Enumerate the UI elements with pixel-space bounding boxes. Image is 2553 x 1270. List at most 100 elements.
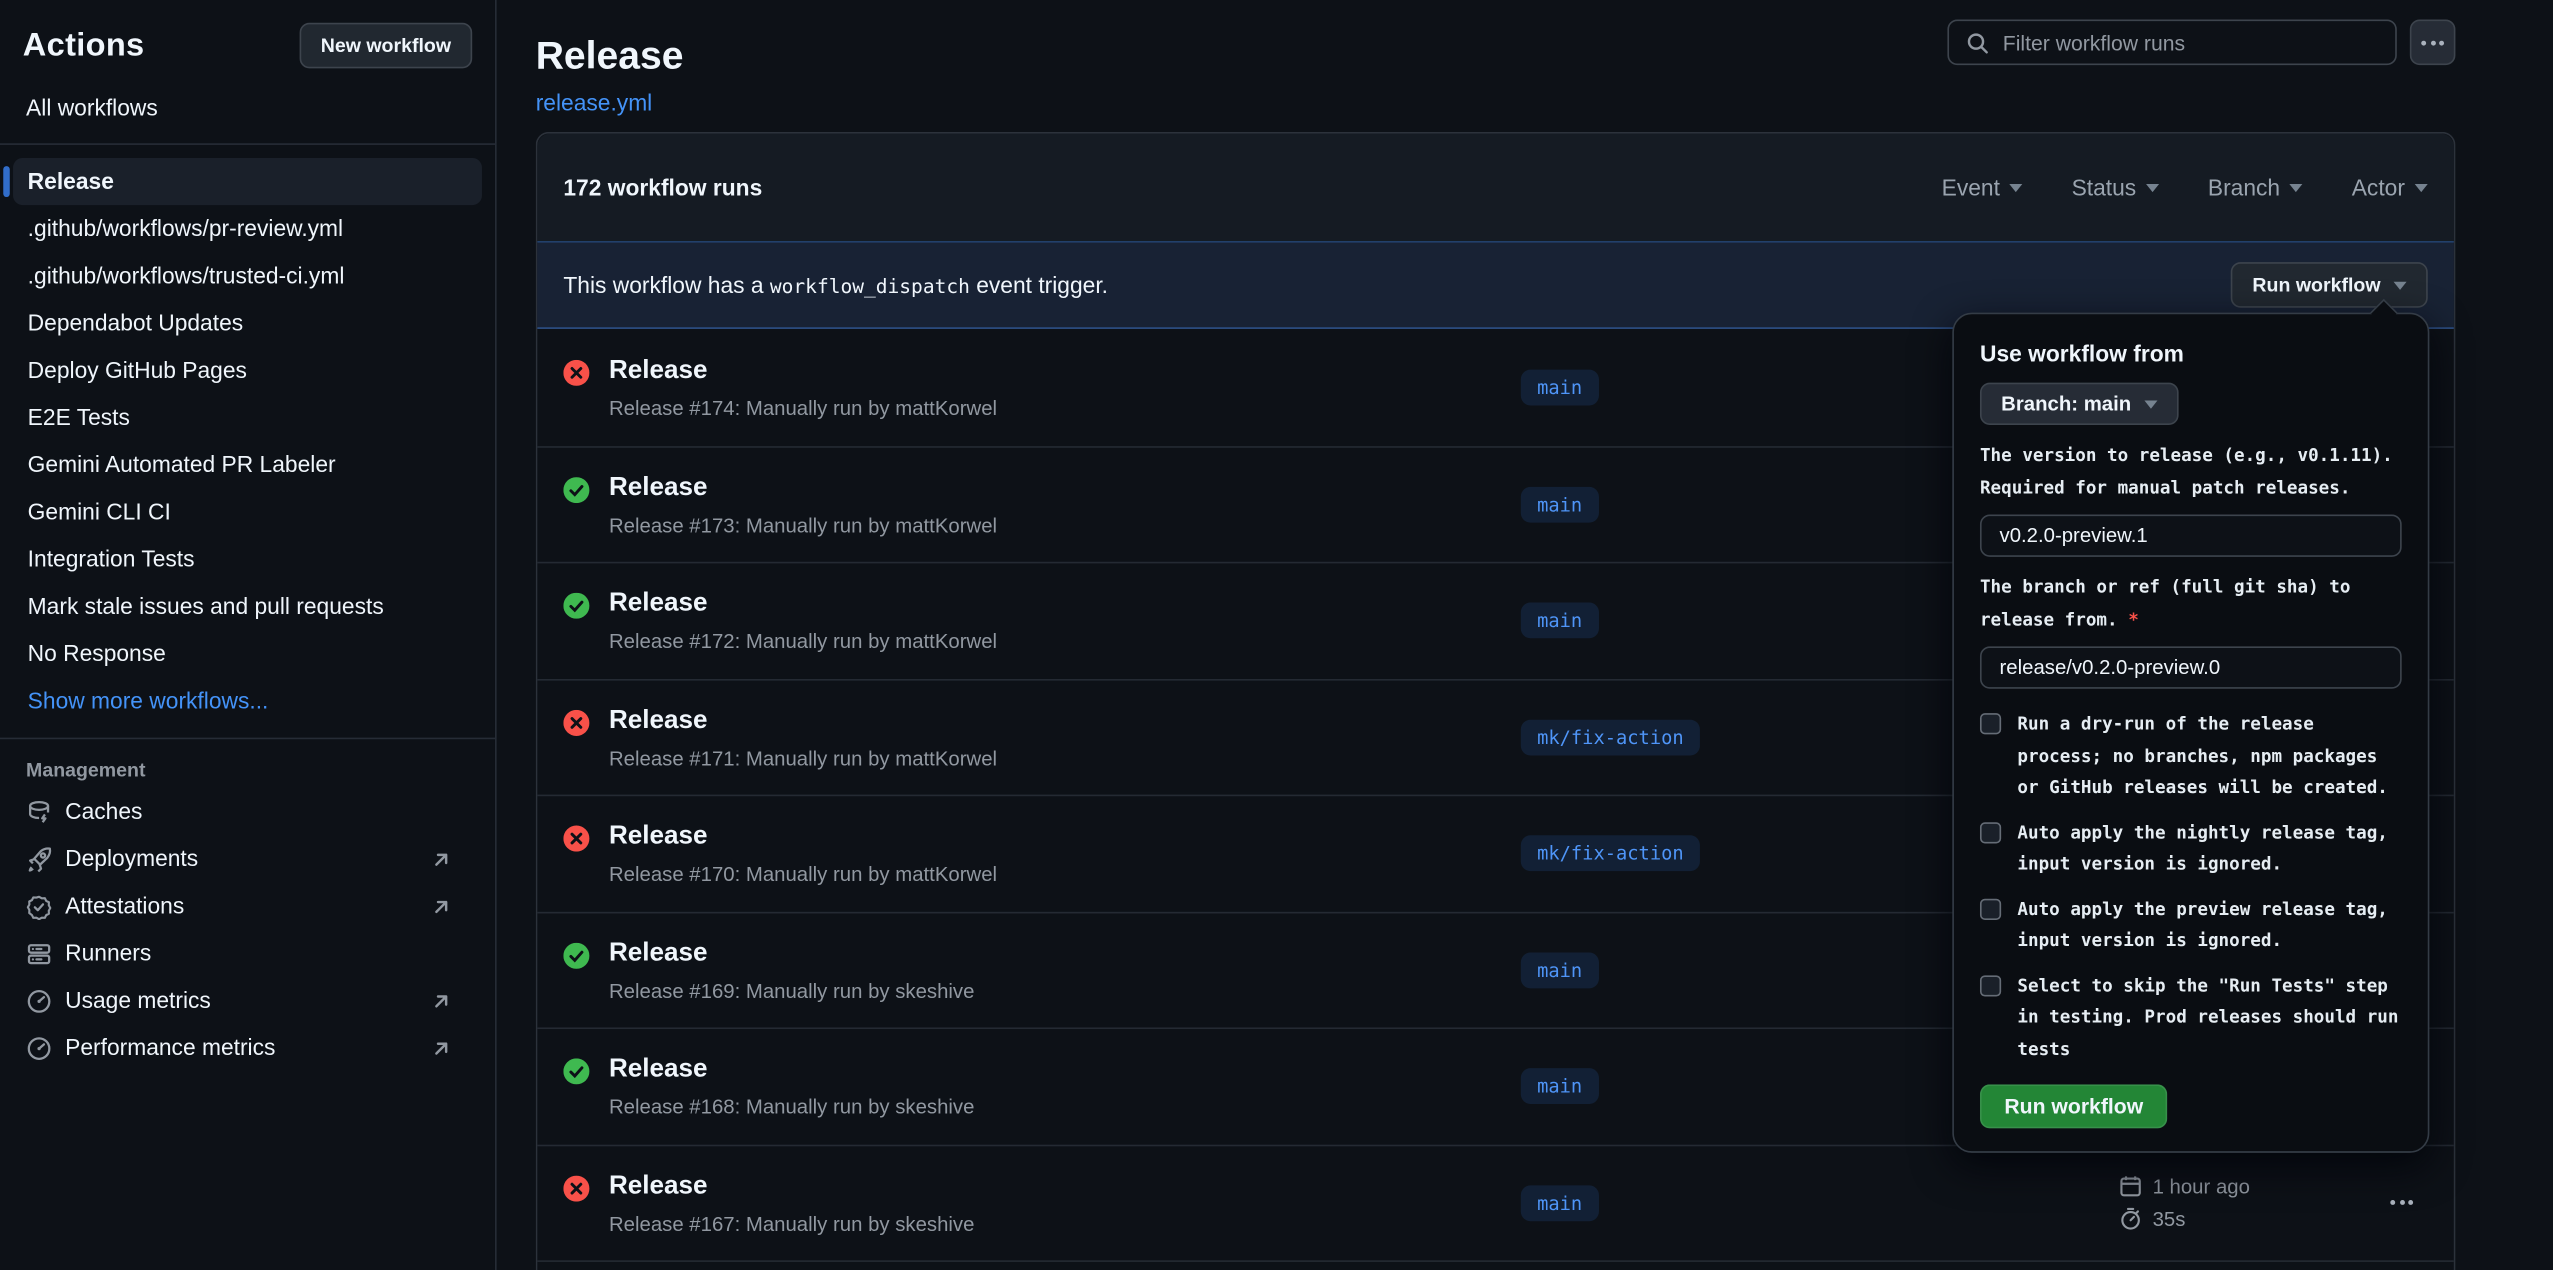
sidebar-item-runners[interactable]: Runners [0,930,495,977]
branch-selector-button[interactable]: Branch: main [1980,383,2178,425]
actor-link[interactable]: mattKorwel [895,863,997,886]
workflow-dispatch-code: workflow_dispatch [770,275,970,298]
failed-status-icon [563,826,589,852]
sidebar-item-attestations[interactable]: Attestations [0,883,495,930]
success-status-icon [563,593,589,619]
actor-link[interactable]: mattKorwel [895,397,997,420]
run-title-link[interactable]: Release [609,1170,708,1201]
runs-filters: Event Status Branch Actor [1942,174,2428,200]
cache-icon [26,799,52,825]
preview-tag-checkbox-row: Auto apply the preview release tag, inpu… [1980,893,2402,957]
actor-link[interactable]: mattKorwel [895,747,997,770]
run-description: Release #167: Manually run by skeshive [609,1213,974,1236]
sidebar-item-workflow[interactable]: Deploy GitHub Pages [13,347,482,394]
preview-tag-checkbox[interactable] [1980,898,2001,919]
actor-filter-dropdown[interactable]: Actor [2352,174,2428,200]
actor-link[interactable]: skeshive [895,1213,974,1236]
actor-link[interactable]: mattKorwel [895,514,997,537]
run-meta: 1 hour ago 35s [2118,1174,2375,1231]
version-input-label: The version to release (e.g., v0.1.11). … [1980,440,2402,504]
actor-link[interactable]: mattKorwel [895,631,997,654]
dry-run-checkbox[interactable] [1980,713,2001,734]
kebab-icon [2390,1200,2395,1205]
workflow-runs-count: 172 workflow runs [563,174,762,200]
meter-icon [26,988,52,1014]
branch-badge[interactable]: main [1521,486,1599,522]
page-kebab-menu-button[interactable] [2410,20,2456,66]
branch-badge[interactable]: main [1521,603,1599,639]
sidebar-item-caches[interactable]: Caches [0,788,495,835]
actor-link[interactable]: skeshive [895,1096,974,1119]
nightly-tag-checkbox[interactable] [1980,821,2001,842]
checkbox-label: Auto apply the preview release tag, inpu… [2017,893,2401,957]
run-description: Release #173: Manually run by mattKorwel [609,514,997,537]
ref-input[interactable] [1980,646,2402,688]
sidebar-item-workflow[interactable]: Dependabot Updates [13,300,482,347]
branch-filter-dropdown[interactable]: Branch [2208,174,2303,200]
run-title-link[interactable]: Release [609,1054,708,1085]
sidebar-item-workflow[interactable]: No Response [13,630,482,677]
run-description: Release #168: Manually run by skeshive [609,1096,974,1119]
sidebar-item-workflow[interactable]: E2E Tests [13,394,482,441]
chevron-down-icon [2290,183,2303,191]
sidebar-item-workflow[interactable]: Integration Tests [13,536,482,583]
filter-workflow-runs-field [1947,20,2396,66]
sidebar-item-label: Usage metrics [65,985,211,1016]
branch-badge[interactable]: main [1521,952,1599,988]
chevron-down-icon [2146,183,2159,191]
branch-badge[interactable]: main [1521,369,1599,405]
next-run-row-partial [537,1260,2453,1270]
show-more-workflows-link[interactable]: Show more workflows... [13,677,482,724]
sidebar-item-workflow[interactable]: Gemini CLI CI [13,488,482,535]
sidebar-item-deployments[interactable]: Deployments [0,835,495,882]
external-link-icon [430,989,453,1012]
workflow-run-row[interactable]: Release Release #167: Manually run by sk… [537,1144,2453,1260]
actions-page: Actions New workflow All workflows Relea… [0,0,2553,1270]
success-status-icon [563,1059,589,1085]
search-icon [1965,30,1989,54]
new-workflow-button[interactable]: New workflow [300,23,473,69]
skip-tests-checkbox[interactable] [1980,975,2001,996]
run-title-link[interactable]: Release [609,705,708,736]
sidebar-item-label: Caches [65,796,142,827]
run-workflow-dropdown-button[interactable]: Run workflow [2231,262,2427,308]
sidebar-item-usage-metrics[interactable]: Usage metrics [0,977,495,1024]
branch-badge[interactable]: mk/fix-action [1521,836,1700,872]
sidebar-item-release-selected[interactable]: Release [13,158,482,205]
run-title-link[interactable]: Release [609,355,708,386]
event-filter-dropdown[interactable]: Event [1942,174,2023,200]
run-title-link[interactable]: Release [609,821,708,852]
sidebar-item-workflow[interactable]: Mark stale issues and pull requests [13,583,482,630]
dialog-title: Use workflow from [1980,340,2402,366]
branch-badge[interactable]: mk/fix-action [1521,719,1700,755]
sidebar-item-all-workflows[interactable]: All workflows [0,85,495,131]
sidebar-item-workflow[interactable]: .github/workflows/pr-review.yml [13,205,482,252]
workflow-file-link[interactable]: release.yml [536,90,653,116]
rocket-icon [26,846,52,872]
branch-badge[interactable]: main [1521,1069,1599,1105]
chevron-down-icon [2144,400,2157,408]
sidebar-divider [0,143,495,145]
run-title-link[interactable]: Release [609,588,708,619]
management-section-header: Management [0,752,495,788]
run-title-link[interactable]: Release [609,472,708,503]
filter-row [1947,20,2455,66]
actor-link[interactable]: skeshive [895,980,974,1003]
filter-workflow-runs-input[interactable] [2003,30,2379,54]
sidebar-item-label: Performance metrics [65,1032,275,1063]
status-filter-dropdown[interactable]: Status [2072,174,2159,200]
sidebar-item-workflow[interactable]: Gemini Automated PR Labeler [13,441,482,488]
required-asterisk: * [2128,608,2139,629]
run-kebab-menu-button[interactable] [2376,1191,2428,1215]
branch-badge[interactable]: main [1521,1185,1599,1221]
run-title-link[interactable]: Release [609,937,708,968]
sidebar-item-performance-metrics[interactable]: Performance metrics [0,1024,495,1071]
run-workflow-submit-button[interactable]: Run workflow [1980,1084,2168,1128]
success-status-icon [563,477,589,503]
kebab-icon [2421,40,2426,45]
run-time: 1 hour ago [2153,1175,2250,1198]
calendar-icon [2118,1174,2142,1198]
sidebar-item-workflow[interactable]: .github/workflows/trusted-ci.yml [13,252,482,299]
version-input[interactable] [1980,515,2402,557]
sidebar-item-label: Runners [65,938,151,969]
